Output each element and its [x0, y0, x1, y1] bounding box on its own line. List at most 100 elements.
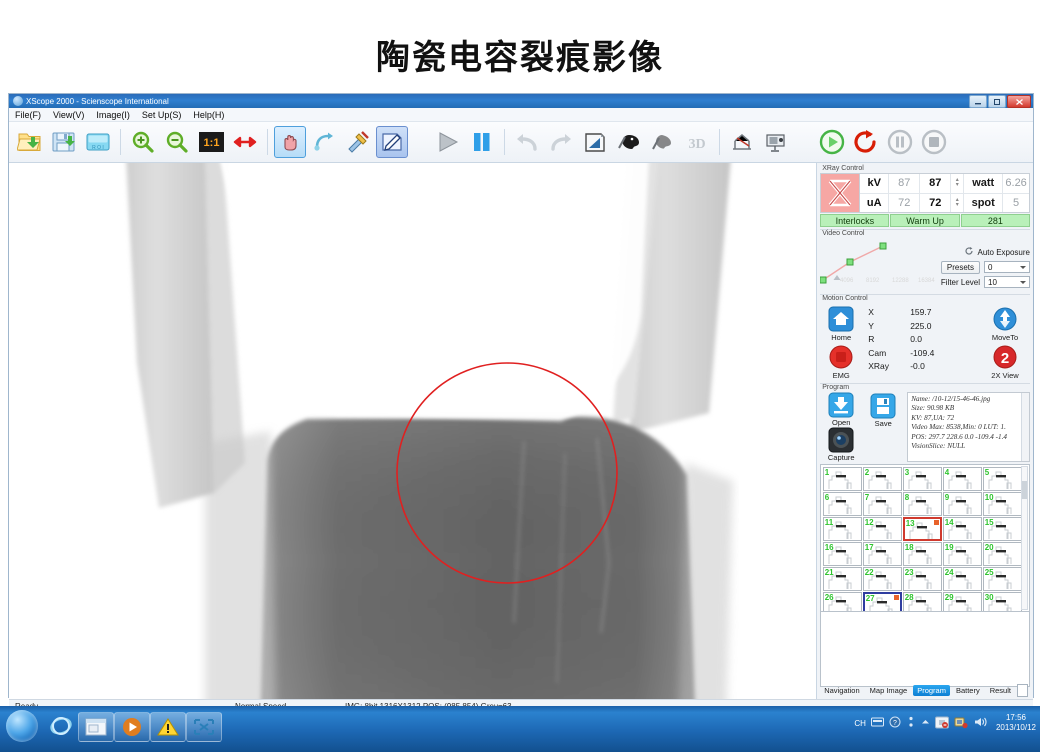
program-info-box[interactable]: Name: /10-12/15-46-46.jpg Size: 90.98 KB… [907, 392, 1030, 462]
menu-file[interactable]: File(F) [15, 110, 41, 120]
play-icon[interactable] [432, 126, 464, 158]
thumbnail-item[interactable]: 18 [902, 541, 942, 566]
menu-setup[interactable]: Set Up(S) [142, 110, 182, 120]
media-player-icon[interactable] [114, 712, 150, 742]
camera-setup-icon[interactable] [760, 126, 792, 158]
close-button[interactable] [1007, 95, 1031, 108]
countdown-button[interactable]: 281 [960, 214, 1030, 227]
home-icon[interactable] [828, 305, 855, 332]
tab-navigation[interactable]: Navigation [820, 685, 863, 696]
thumbnail-item[interactable]: 28 [902, 591, 942, 611]
interlocks-button[interactable]: Interlocks [820, 214, 890, 227]
thumbnail-item[interactable]: 10 [982, 491, 1022, 516]
pan-hand-icon[interactable] [274, 126, 306, 158]
zoom-out-icon[interactable] [161, 126, 193, 158]
invert-icon[interactable] [579, 126, 611, 158]
tray-volume-icon[interactable] [973, 716, 987, 730]
thumbnail-grid[interactable]: 1 2 3 4 5 6 7 8 9 10 11 12 13 14 15 16 17 18 19 20 21 22 23 24 2… [820, 464, 1030, 612]
program-save-icon[interactable] [870, 392, 897, 419]
lut-curve-graph[interactable]: 4096 8192 12288 16384 [819, 238, 940, 292]
thumbnail-item[interactable]: 16 [822, 541, 862, 566]
menu-help[interactable]: Help(H) [193, 110, 224, 120]
brush-icon[interactable] [647, 126, 679, 158]
moveto-icon[interactable] [992, 305, 1019, 332]
save-icon[interactable] [48, 126, 80, 158]
two-x-view-icon[interactable]: 2 [992, 343, 1019, 370]
thumbnail-item[interactable]: 6 [822, 491, 862, 516]
tab-battery[interactable]: Battery [952, 685, 984, 696]
thumbnail-item[interactable]: 8 [902, 491, 942, 516]
thumbnail-item[interactable]: 21 [822, 566, 862, 591]
xray-pause-icon[interactable] [884, 126, 916, 158]
xray-on-icon[interactable] [816, 126, 848, 158]
thumbnail-item[interactable]: 12 [862, 516, 902, 541]
zoom-actual-icon[interactable]: 1:1 [195, 126, 227, 158]
filter-level-select[interactable]: 10 [984, 276, 1030, 288]
kv-spinner[interactable]: ▴ ▾ [951, 174, 965, 193]
annotate-icon[interactable] [376, 126, 408, 158]
ua-spinner[interactable]: ▴ ▾ [951, 193, 965, 212]
fit-width-icon[interactable] [229, 126, 261, 158]
thumbnail-item[interactable]: 9 [942, 491, 982, 516]
presets-select[interactable]: 0 [984, 261, 1030, 273]
ua-setpoint[interactable]: 72 [920, 193, 952, 212]
measure-icon[interactable] [726, 126, 758, 158]
roi-icon[interactable]: R O I [82, 126, 114, 158]
presets-button[interactable]: Presets [940, 260, 980, 274]
thumbnail-item[interactable]: 7 [862, 491, 902, 516]
tab-program[interactable]: Program [913, 685, 950, 696]
emg-stop-icon[interactable] [828, 343, 855, 370]
tab-overflow-box[interactable] [1016, 684, 1029, 697]
thumbnail-item[interactable]: 20 [982, 541, 1022, 566]
zoom-in-icon[interactable] [127, 126, 159, 158]
xray-image-canvas[interactable]: mm (94.8 pixel) (25.0 X) [9, 163, 818, 699]
folder-window-icon[interactable] [78, 712, 114, 742]
internet-explorer-icon[interactable] [44, 712, 78, 740]
warm-up-button[interactable]: Warm Up [890, 214, 960, 227]
tray-arrow-icon[interactable] [921, 718, 930, 729]
info-scrollbar[interactable] [1021, 393, 1029, 461]
tray-help-icon[interactable]: ? [889, 716, 901, 730]
tools-icon[interactable] [342, 126, 374, 158]
thumbnail-item[interactable]: 30 [982, 591, 1022, 611]
minimize-button[interactable] [969, 95, 987, 108]
thumbnail-item[interactable]: 27 [862, 591, 902, 611]
thumbnail-item[interactable]: 14 [942, 516, 982, 541]
windows-orb-icon[interactable] [6, 710, 38, 742]
thumbnail-item[interactable]: 15 [982, 516, 1022, 541]
xscope-taskbar-icon[interactable] [186, 712, 222, 742]
thumbnail-item[interactable]: 4 [942, 466, 982, 491]
thumbnail-item[interactable]: 23 [902, 566, 942, 591]
redo-icon[interactable] [545, 126, 577, 158]
thumbnail-item[interactable]: 3 [902, 466, 942, 491]
three-d-icon[interactable]: 3D [681, 126, 713, 158]
thumbnail-item[interactable]: 25 [982, 566, 1022, 591]
tray-ime-label[interactable]: CH [854, 719, 866, 728]
program-capture-icon[interactable] [828, 427, 855, 453]
xray-stop-icon[interactable] [918, 126, 950, 158]
thumbnail-item[interactable]: 1 [822, 466, 862, 491]
thumbnail-item[interactable]: 5 [982, 466, 1022, 491]
menu-image[interactable]: Image(I) [96, 110, 130, 120]
tray-sync-icon[interactable] [906, 716, 916, 730]
tray-security-icon[interactable] [934, 716, 949, 731]
menu-view[interactable]: View(V) [53, 110, 84, 120]
thumbnail-item[interactable]: 24 [942, 566, 982, 591]
palette-icon[interactable] [613, 126, 645, 158]
thumbnail-item[interactable]: 22 [862, 566, 902, 591]
xray-reset-icon[interactable] [850, 126, 882, 158]
thumbnail-item[interactable]: 29 [942, 591, 982, 611]
tray-network-icon[interactable] [954, 716, 968, 731]
tab-map-image[interactable]: Map Image [866, 685, 912, 696]
thumbnail-item[interactable]: 26 [822, 591, 862, 611]
thumbnail-item[interactable]: 19 [942, 541, 982, 566]
kv-setpoint[interactable]: 87 [920, 174, 952, 193]
tab-result[interactable]: Result [986, 685, 1015, 696]
thumbnail-scrollbar[interactable] [1021, 466, 1028, 610]
undo-icon[interactable] [511, 126, 543, 158]
thumbnail-item[interactable]: 11 [822, 516, 862, 541]
thumbnail-item[interactable]: 17 [862, 541, 902, 566]
open-icon[interactable] [14, 126, 46, 158]
warning-icon[interactable] [150, 712, 186, 742]
thumbnail-item[interactable]: 2 [862, 466, 902, 491]
